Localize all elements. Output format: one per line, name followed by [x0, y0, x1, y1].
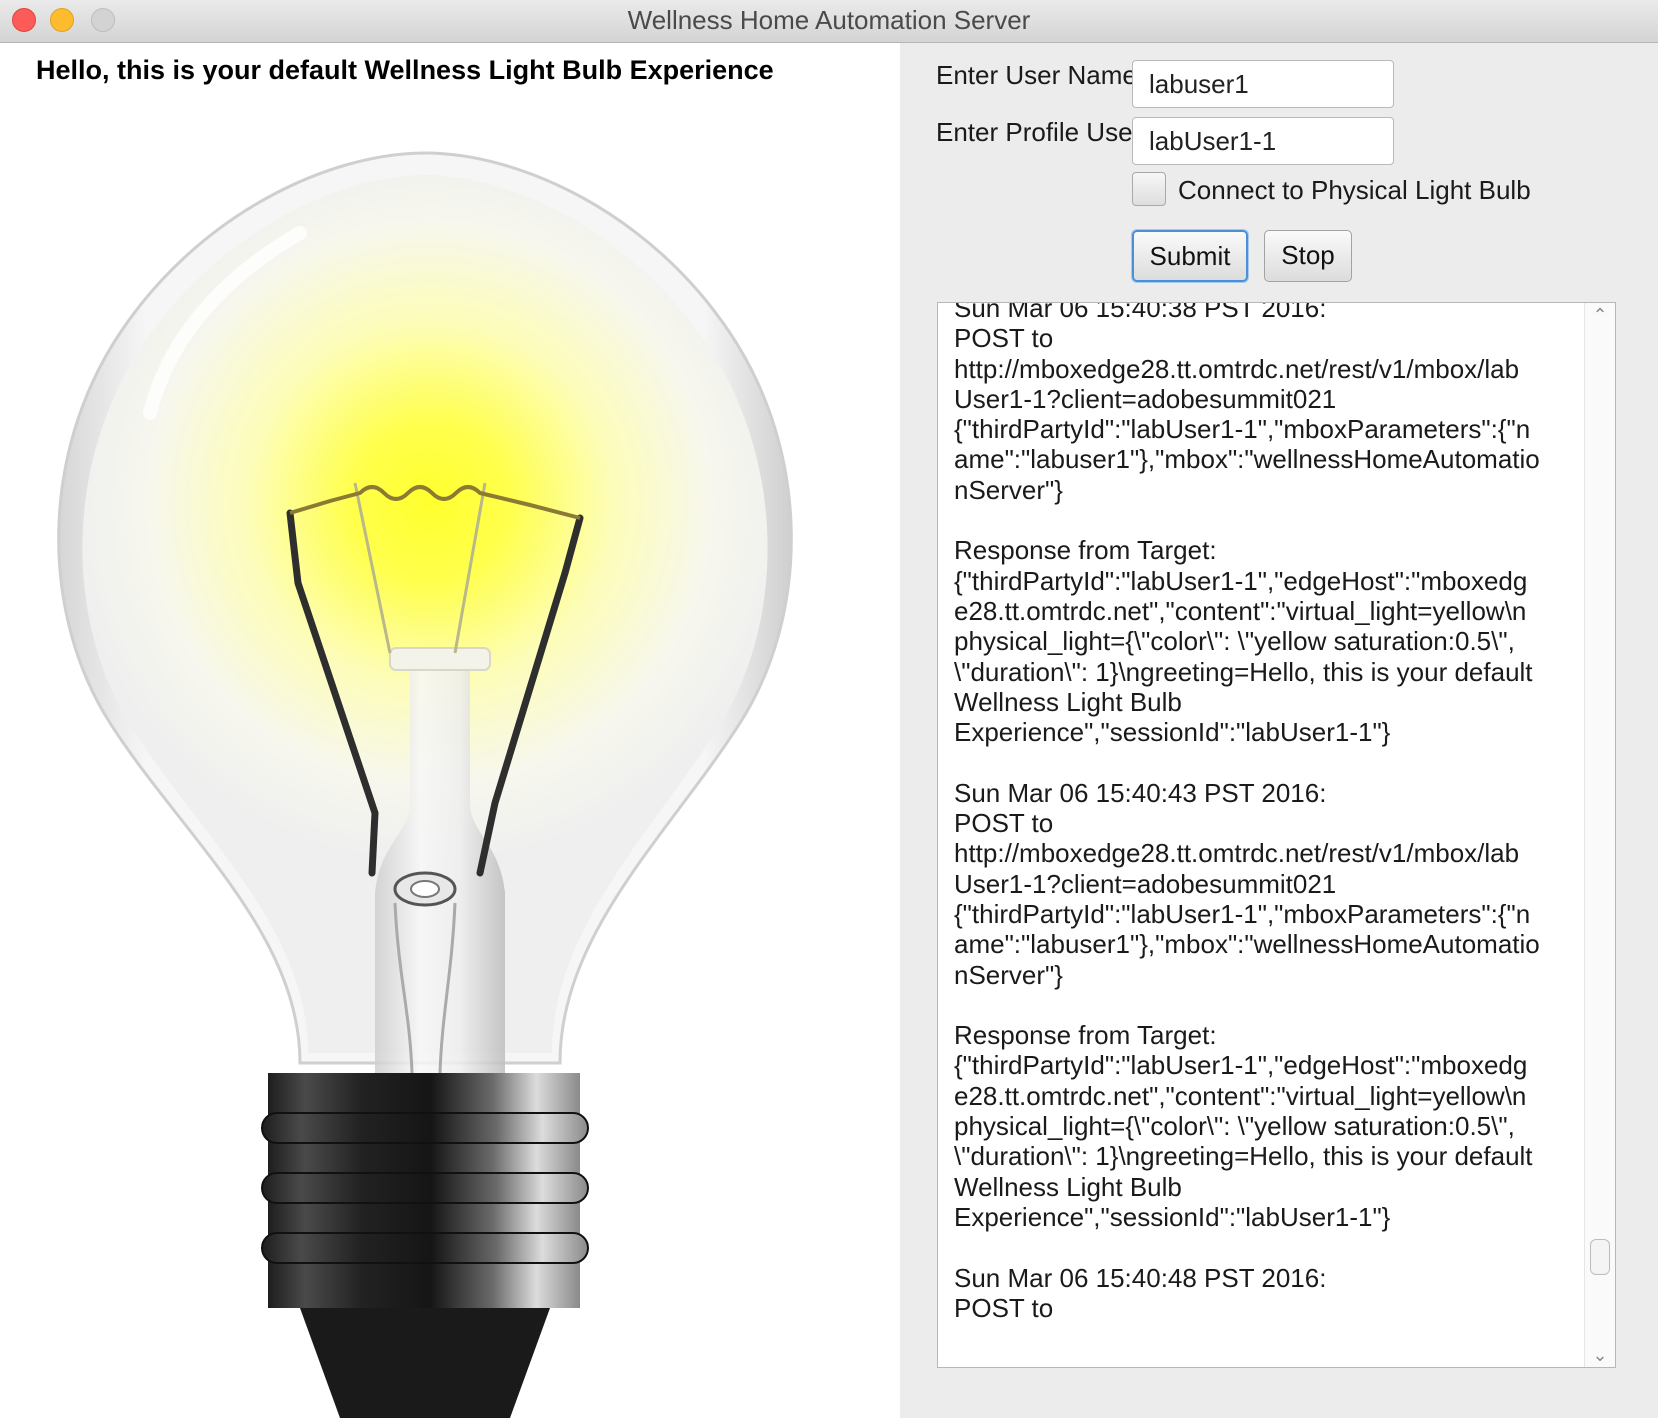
- profile-userid-label: Enter Profile UserId: [936, 117, 1163, 147]
- scroll-up-arrow-icon[interactable]: ⌃: [1585, 303, 1615, 327]
- window-title: Wellness Home Automation Server: [627, 5, 1031, 35]
- light-bulb-panel: Hello, this is your default Wellness Lig…: [0, 43, 900, 1418]
- control-panel: Enter User Name Enter Profile UserId Con…: [900, 43, 1658, 1418]
- connect-physical-bulb-checkbox[interactable]: [1132, 172, 1166, 206]
- stop-button[interactable]: Stop: [1264, 230, 1352, 282]
- log-scrollbar[interactable]: ⌃ ⌄: [1584, 303, 1615, 1367]
- title-bar: Wellness Home Automation Server: [0, 0, 1658, 43]
- scroll-down-arrow-icon[interactable]: ⌄: [1585, 1343, 1615, 1367]
- light-bulb-image: [57, 151, 793, 1418]
- profile-userid-input[interactable]: [1132, 117, 1394, 165]
- app-window: Wellness Home Automation Server Hello, t…: [0, 0, 1658, 1418]
- log-output-area[interactable]: Sun Mar 06 15:40:38 PST 2016: POST to ht…: [937, 302, 1616, 1368]
- user-name-label: Enter User Name: [936, 60, 1137, 90]
- greeting-text: Hello, this is your default Wellness Lig…: [36, 55, 774, 85]
- log-text: Sun Mar 06 15:40:38 PST 2016: POST to ht…: [954, 302, 1540, 1323]
- submit-button[interactable]: Submit: [1132, 230, 1248, 282]
- user-name-input[interactable]: [1132, 60, 1394, 108]
- scroll-thumb[interactable]: [1590, 1239, 1610, 1275]
- connect-physical-bulb-label: Connect to Physical Light Bulb: [1178, 175, 1531, 205]
